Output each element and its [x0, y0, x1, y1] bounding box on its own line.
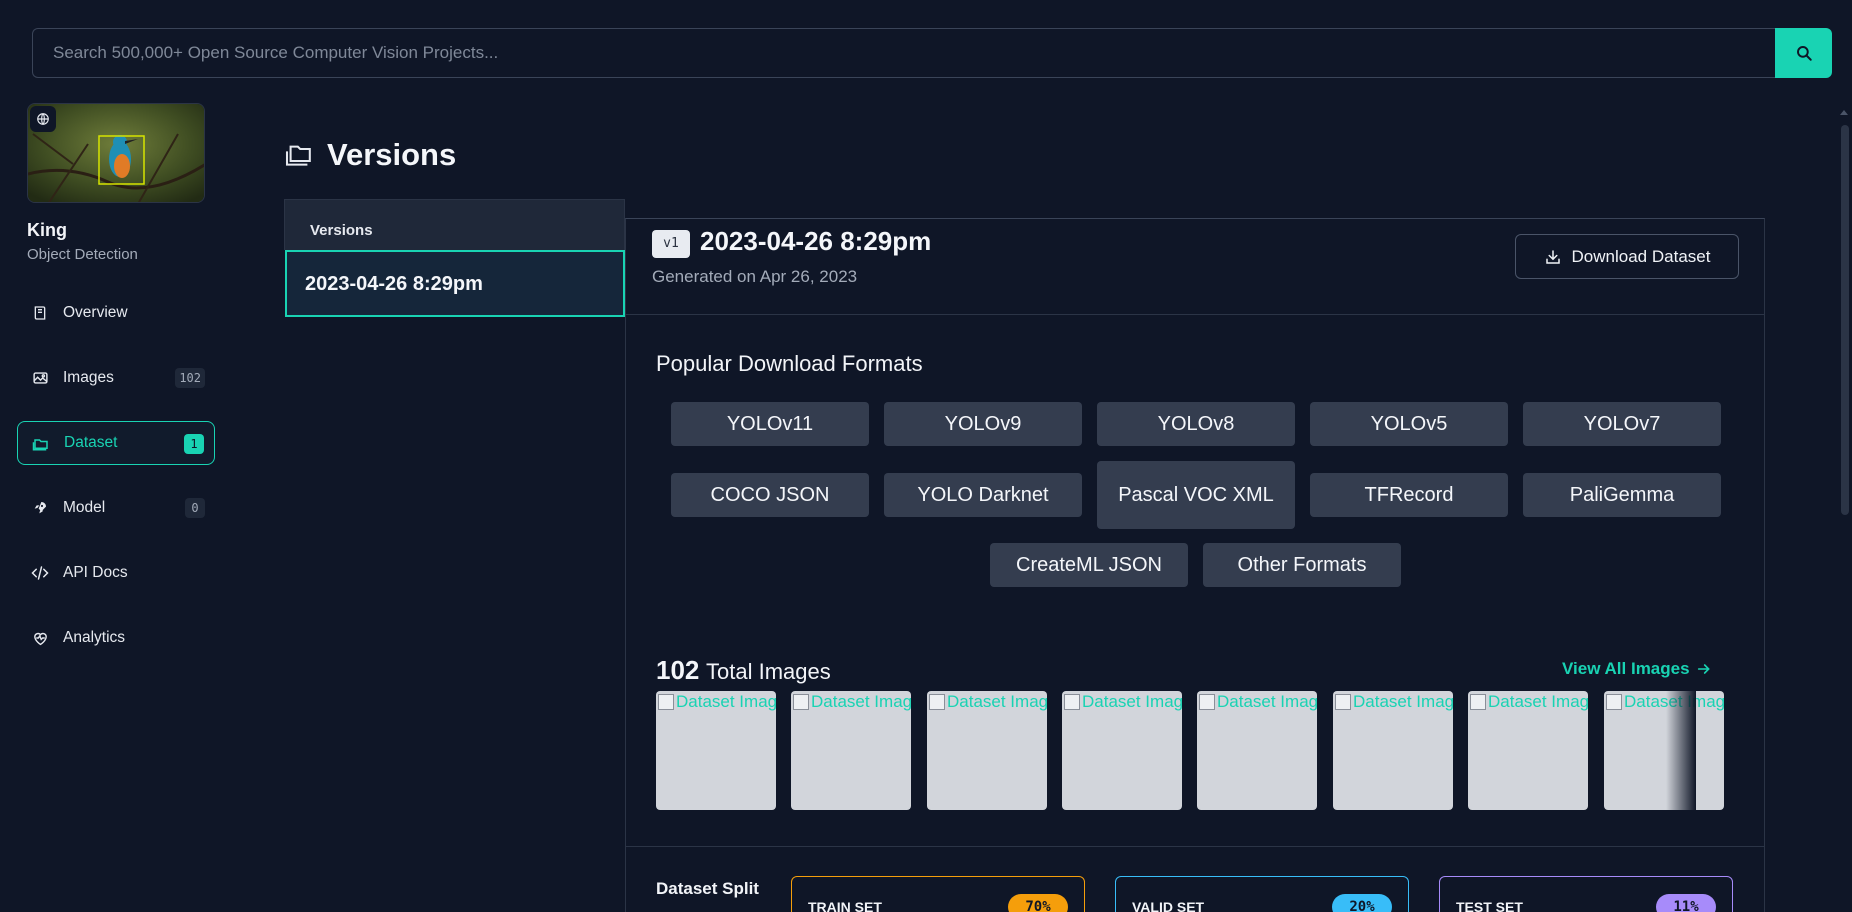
thumbnail-fade	[1666, 691, 1696, 810]
broken-image: Dataset Image Annotation	[1064, 692, 1182, 712]
view-all-images-label: View All Images	[1562, 659, 1690, 678]
thumbnail-alt-text: Dataset Image Annotation	[1217, 692, 1317, 711]
code-icon	[31, 564, 49, 582]
test-set-card[interactable]: TEST SET 11%	[1439, 876, 1733, 912]
sidebar-item-analytics[interactable]: Analytics	[17, 616, 215, 660]
rocket-icon	[31, 499, 49, 517]
download-icon	[1545, 249, 1560, 264]
page-scrollbar[interactable]	[1836, 103, 1852, 912]
globe-icon	[37, 113, 49, 125]
sidebar-item-images[interactable]: Images 102	[17, 356, 215, 400]
format-button-yolov8[interactable]: YOLOv8	[1097, 402, 1295, 446]
folder-icon	[284, 143, 314, 172]
image-thumbnail[interactable]: Dataset Image Annotation	[927, 691, 1047, 810]
arrow-right-icon	[1697, 664, 1710, 674]
divider	[626, 314, 1764, 315]
search-button[interactable]	[1775, 28, 1832, 78]
sidebar-item-api-docs[interactable]: API Docs	[17, 551, 215, 595]
train-set-percent: 70%	[1008, 894, 1068, 912]
image-thumbnail[interactable]: Dataset Image Annotation	[1333, 691, 1453, 810]
sidebar-item-label: Overview	[63, 304, 128, 321]
formats-title: Popular Download Formats	[656, 351, 923, 376]
image-thumbnail[interactable]: Dataset Image Annotation	[1468, 691, 1588, 810]
format-button-pascal-voc-xml[interactable]: Pascal VOC XML	[1097, 461, 1295, 529]
dataset-count-badge: 1	[184, 434, 204, 454]
format-button-yolov5[interactable]: YOLOv5	[1310, 402, 1508, 446]
format-button-yolov9[interactable]: YOLOv9	[884, 402, 1082, 446]
sidebar-item-label: Model	[63, 499, 106, 516]
version-item[interactable]: 2023-04-26 8:29pm	[285, 250, 625, 317]
image-thumbnail[interactable]: Dataset Image Annotation	[656, 691, 776, 810]
image-thumbnail[interactable]: Dataset Image Annotation	[1197, 691, 1317, 810]
divider	[626, 846, 1764, 847]
sidebar-item-label: Analytics	[63, 629, 126, 646]
thumbnail-alt-text: Dataset Image Annotation	[1353, 692, 1453, 711]
format-button-yolo-darknet[interactable]: YOLO Darknet	[884, 473, 1082, 517]
images-count-badge: 102	[175, 368, 205, 388]
test-set-label: TEST SET	[1456, 899, 1523, 912]
versions-list-header: Versions	[284, 199, 625, 250]
thumbnail-alt-text: Dataset Image Annotation	[1082, 692, 1182, 711]
format-button-other-formats[interactable]: Other Formats	[1203, 543, 1401, 587]
public-badge	[30, 106, 56, 132]
broken-image: Dataset Image Annotation	[1335, 692, 1453, 712]
folder-icon	[32, 434, 50, 452]
broken-image: Dataset Image Annotation	[1606, 692, 1724, 712]
image-thumbnail[interactable]: Dataset Image Annotation	[1062, 691, 1182, 810]
train-set-card[interactable]: TRAIN SET 70%	[791, 876, 1085, 912]
dataset-split-title: Dataset Split	[656, 879, 759, 898]
broken-image: Dataset Image Annotation	[929, 692, 1047, 712]
version-title: 2023-04-26 8:29pm	[700, 226, 932, 256]
thumbnail-alt-text: Dataset Image Annotation	[947, 692, 1047, 711]
scroll-up-icon	[1840, 110, 1848, 115]
image-icon	[31, 369, 49, 387]
sidebar-item-label: API Docs	[63, 564, 128, 581]
sidebar-item-label: Images	[63, 369, 114, 386]
search-bar	[32, 28, 1834, 78]
download-dataset-button[interactable]: Download Dataset	[1515, 234, 1739, 279]
version-detail-panel: v1 2023-04-26 8:29pm Generated on Apr 26…	[625, 218, 1765, 912]
page-title: Versions	[327, 137, 457, 172]
thumbnail-alt-text: Dataset Image Annotation	[811, 692, 911, 711]
total-images-label: Total Images	[706, 659, 831, 684]
project-name: King	[27, 220, 67, 240]
format-button-yolov7[interactable]: YOLOv7	[1523, 402, 1721, 446]
heart-pulse-icon	[31, 629, 49, 647]
format-button-coco-json[interactable]: COCO JSON	[671, 473, 869, 517]
test-set-percent: 11%	[1656, 894, 1716, 912]
broken-image: Dataset Image Annotation	[1199, 692, 1317, 712]
format-button-createml-json[interactable]: CreateML JSON	[990, 543, 1188, 587]
model-count-badge: 0	[185, 498, 205, 518]
valid-set-label: VALID SET	[1132, 899, 1205, 912]
total-images-count: 102	[656, 655, 700, 685]
image-thumbnail[interactable]: Dataset Image Annotation	[791, 691, 911, 810]
generated-date: Generated on Apr 26, 2023	[652, 267, 858, 286]
thumbnail-alt-text: Dataset Image Annotation	[676, 692, 776, 711]
sidebar-item-model[interactable]: Model 0	[17, 486, 215, 530]
project-type: Object Detection	[27, 246, 138, 263]
scrollbar-thumb[interactable]	[1841, 125, 1849, 515]
valid-set-card[interactable]: VALID SET 20%	[1115, 876, 1409, 912]
search-icon	[1796, 46, 1812, 61]
broken-image: Dataset Image Annotation	[658, 692, 776, 712]
broken-image: Dataset Image Annotation	[793, 692, 911, 712]
valid-set-percent: 20%	[1332, 894, 1392, 912]
sidebar-item-dataset[interactable]: Dataset 1	[17, 421, 215, 465]
train-set-label: TRAIN SET	[808, 899, 882, 912]
format-button-paligemma[interactable]: PaliGemma	[1523, 473, 1721, 517]
image-thumbnail[interactable]: Dataset Image Annotation	[1604, 691, 1724, 810]
version-tag: v1	[652, 230, 690, 258]
broken-image: Dataset Image Annotation	[1470, 692, 1588, 712]
search-input[interactable]	[32, 28, 1776, 78]
format-button-yolov11[interactable]: YOLOv11	[671, 402, 869, 446]
thumbnail-alt-text: Dataset Image Annotation	[1488, 692, 1588, 711]
sidebar-item-label: Dataset	[64, 434, 118, 451]
download-dataset-label: Download Dataset	[1571, 246, 1711, 266]
format-button-tfrecord[interactable]: TFRecord	[1310, 473, 1508, 517]
view-all-images-link[interactable]: View All Images	[1562, 659, 1712, 679]
versions-list: Versions 2023-04-26 8:29pm	[284, 199, 625, 319]
book-icon	[31, 304, 49, 322]
sidebar-item-overview[interactable]: Overview	[17, 291, 215, 335]
project-thumbnail[interactable]	[27, 103, 205, 203]
